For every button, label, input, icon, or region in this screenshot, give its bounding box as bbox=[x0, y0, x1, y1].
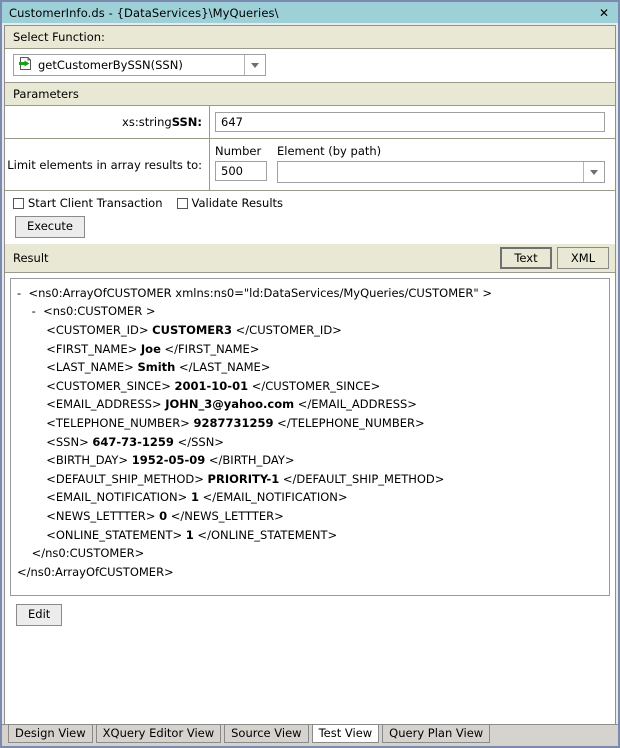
tab-xquery-editor-view[interactable]: XQuery Editor View bbox=[95, 723, 222, 743]
result-xml-line: </ns0:ArrayOfCUSTOMER> bbox=[17, 564, 174, 579]
result-xml-value: 1 bbox=[185, 527, 194, 542]
limit-number-input[interactable]: 500 bbox=[215, 161, 267, 181]
function-name-label: getCustomerBySSN(SSN) bbox=[38, 58, 183, 72]
tab-query-plan-view[interactable]: Query Plan View bbox=[382, 723, 491, 743]
ssn-field-cell: 647 bbox=[210, 106, 615, 138]
title-bar: CustomerInfo.ds - {DataServices}\MyQueri… bbox=[2, 2, 618, 23]
result-xml-line: <EMAIL_NOTIFICATION> 1 </EMAIL_NOTIFICAT… bbox=[17, 490, 348, 505]
result-xml-line: <FIRST_NAME> Joe </FIRST_NAME> bbox=[17, 341, 260, 356]
tab-design-view[interactable]: Design View bbox=[8, 723, 93, 743]
tab-test-view[interactable]: Test View bbox=[311, 723, 380, 743]
limit-number-header: Number bbox=[215, 144, 262, 158]
select-function-row: getCustomerBySSN(SSN) bbox=[5, 49, 615, 83]
application-window: CustomerInfo.ds - {DataServices}\MyQueri… bbox=[0, 0, 620, 748]
result-xml-value: 647-73-1259 bbox=[92, 434, 174, 449]
result-xml-value: 0 bbox=[159, 508, 168, 523]
execute-row: Execute bbox=[5, 213, 615, 244]
function-combobox[interactable]: getCustomerBySSN(SSN) bbox=[13, 54, 266, 76]
parameters-header: Parameters bbox=[5, 83, 615, 106]
result-xml-value: PRIORITY-1 bbox=[207, 471, 280, 486]
limit-element-value[interactable] bbox=[278, 162, 583, 182]
result-xml-line: <DEFAULT_SHIP_METHOD> PRIORITY-1 </DEFAU… bbox=[17, 471, 445, 486]
window-title: CustomerInfo.ds - {DataServices}\MyQueri… bbox=[9, 5, 279, 20]
result-xml-value: 2001-10-01 bbox=[174, 378, 249, 393]
result-xml-value: 9287731259 bbox=[193, 415, 274, 430]
result-xml-line: <ONLINE_STATEMENT> 1 </ONLINE_STATEMENT> bbox=[17, 527, 338, 542]
result-xml-line: <TELEPHONE_NUMBER> 9287731259 </TELEPHON… bbox=[17, 415, 425, 430]
result-xml-viewer[interactable]: - <ns0:ArrayOfCUSTOMER xmlns:ns0="ld:Dat… bbox=[10, 277, 610, 596]
function-document-arrow-icon bbox=[18, 56, 33, 74]
result-label: Result bbox=[13, 250, 49, 265]
result-xml-line: <CUSTOMER_ID> CUSTOMER3 </CUSTOMER_ID> bbox=[17, 322, 342, 337]
result-xml-line: - <ns0:ArrayOfCUSTOMER xmlns:ns0="ld:Dat… bbox=[17, 285, 492, 300]
result-xml-value: Smith bbox=[137, 360, 176, 375]
ssn-input[interactable]: 647 bbox=[215, 112, 605, 132]
result-xml-line: <CUSTOMER_SINCE> 2001-10-01 </CUSTOMER_S… bbox=[17, 378, 381, 393]
validate-results-checkbox[interactable]: Validate Results bbox=[176, 196, 284, 210]
result-xml-line: </ns0:CUSTOMER> bbox=[17, 546, 145, 561]
tab-source-view[interactable]: Source View bbox=[224, 723, 309, 743]
start-client-transaction-label: Start Client Transaction bbox=[28, 196, 163, 210]
result-header: Result Text XML bbox=[5, 243, 615, 273]
checkbox-box bbox=[176, 197, 188, 209]
result-view-xml-button[interactable]: XML bbox=[557, 246, 609, 269]
options-row: Start Client Transaction Validate Result… bbox=[5, 191, 615, 213]
result-xml-value: 1 bbox=[190, 490, 199, 505]
ssn-label: xs:string SSN: bbox=[5, 106, 210, 138]
close-icon[interactable]: ✕ bbox=[596, 5, 612, 21]
result-xml-value: 1952-05-09 bbox=[131, 453, 206, 468]
parameter-row-ssn: xs:string SSN: 647 bbox=[5, 106, 615, 139]
limit-element-combobox[interactable] bbox=[277, 161, 605, 183]
result-xml-line: <LAST_NAME> Smith </LAST_NAME> bbox=[17, 360, 271, 375]
edit-button[interactable]: Edit bbox=[16, 603, 63, 626]
result-xml-value: Joe bbox=[140, 341, 161, 356]
limit-fields-cell: Number Element (by path) 500 bbox=[210, 139, 615, 190]
limit-element-header: Element (by path) bbox=[277, 144, 382, 158]
parameter-row-limit: Limit elements in array results to: Numb… bbox=[5, 139, 615, 190]
validate-results-label: Validate Results bbox=[191, 196, 284, 210]
select-function-header: Select Function: bbox=[5, 26, 615, 49]
main-content-panel: Select Function: getCustomerBySSN(SSN) P… bbox=[4, 25, 616, 724]
result-xml-value: JOHN_3@yahoo.com bbox=[165, 397, 295, 412]
result-xml-line: <NEWS_LETTTER> 0 </NEWS_LETTTER> bbox=[17, 508, 284, 523]
limit-column-headers: Number Element (by path) bbox=[215, 144, 605, 158]
parameters-table: xs:string SSN: 647 Limit elements in arr… bbox=[5, 106, 615, 191]
result-xml-line: <BIRTH_DAY> 1952-05-09 </BIRTH_DAY> bbox=[17, 453, 295, 468]
checkbox-box bbox=[13, 197, 24, 209]
result-xml-value: CUSTOMER3 bbox=[152, 322, 233, 337]
chevron-down-icon bbox=[590, 169, 598, 175]
ssn-type-label: xs:string bbox=[122, 115, 172, 129]
limit-label: Limit elements in array results to: bbox=[5, 139, 210, 190]
view-tab-bar: Design View XQuery Editor View Source View… bbox=[2, 723, 618, 746]
chevron-down-icon bbox=[251, 62, 259, 68]
limit-inputs: 500 bbox=[215, 161, 605, 183]
result-xml-line: <EMAIL_ADDRESS> JOHN_3@yahoo.com </EMAIL… bbox=[17, 397, 417, 412]
result-view-text-button[interactable]: Text bbox=[500, 246, 552, 269]
function-dropdown-arrow-icon[interactable] bbox=[244, 55, 265, 75]
function-combobox-value[interactable]: getCustomerBySSN(SSN) bbox=[14, 55, 244, 75]
result-xml-line: - <ns0:CUSTOMER > bbox=[17, 304, 156, 319]
result-view-toggle-group: Text XML bbox=[500, 246, 609, 269]
edit-row: Edit bbox=[10, 596, 610, 626]
limit-element-dropdown-arrow[interactable] bbox=[583, 162, 604, 182]
start-client-transaction-checkbox[interactable]: Start Client Transaction bbox=[13, 196, 163, 210]
result-xml-line: <SSN> 647-73-1259 </SSN> bbox=[17, 434, 224, 449]
execute-button[interactable]: Execute bbox=[15, 216, 85, 238]
ssn-name-label: SSN: bbox=[171, 115, 202, 129]
result-area: - <ns0:ArrayOfCUSTOMER xmlns:ns0="ld:Dat… bbox=[5, 272, 615, 724]
